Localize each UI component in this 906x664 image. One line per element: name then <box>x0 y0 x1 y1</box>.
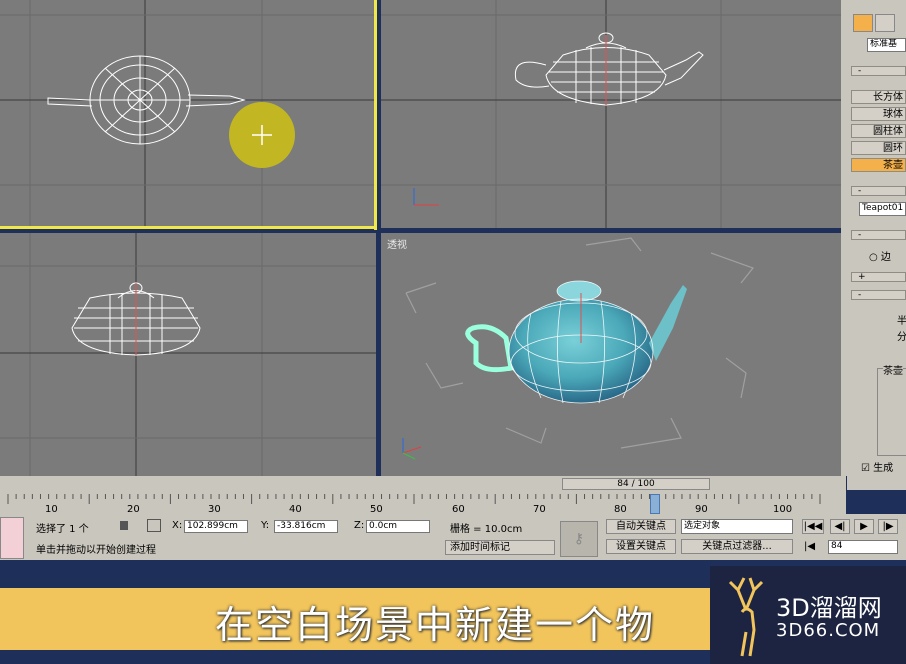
next-frame-button[interactable]: |▶ <box>878 519 898 534</box>
watermark-logo: 3D溜溜网 3D66.COM <box>710 566 906 664</box>
box-button[interactable]: 长方体 <box>851 90 906 104</box>
viewport-perspective-grid <box>402 237 754 460</box>
rollout-creation[interactable]: - <box>851 230 906 240</box>
axis-tripod-icon <box>413 188 439 206</box>
cylinder-button[interactable]: 圆柱体 <box>851 124 906 138</box>
z-coordinate[interactable]: 0.0cm <box>366 520 430 533</box>
radio-label: 边 <box>880 252 891 263</box>
axis-tripod-icon-persp <box>402 438 422 460</box>
go-to-start-button[interactable]: |◀◀ <box>802 519 824 534</box>
auto-key-button[interactable]: 自动关键点 <box>606 519 676 534</box>
rollout-name[interactable]: - <box>851 186 906 196</box>
generate-checkbox[interactable]: ☑ 生成 <box>861 459 893 474</box>
time-slider-bar <box>0 476 846 492</box>
viewport-front[interactable] <box>381 0 841 228</box>
category-dropdown[interactable]: 标准基 <box>867 38 906 52</box>
subtitle-text: 在空白场景中新建一个物 <box>215 603 656 647</box>
key-filters-button[interactable]: 关键点过滤器... <box>681 539 793 554</box>
create-tab-icon[interactable] <box>853 14 873 32</box>
y-coordinate[interactable]: -33.816cm <box>274 520 338 533</box>
teapot-parts-label: 茶壶 <box>883 362 903 377</box>
active-viewport-border <box>374 0 377 230</box>
checkbox-label: 生成 <box>873 463 894 474</box>
maxscript-listener[interactable] <box>0 517 24 559</box>
param-label-2: 分 <box>897 332 906 343</box>
teapot-parts-group <box>877 368 906 456</box>
viewport-label[interactable]: 透视 <box>387 236 407 251</box>
rollout-object-type[interactable]: - <box>851 66 906 76</box>
selection-count: 选择了 1 个 <box>36 524 89 535</box>
z-label: Z: <box>354 520 365 531</box>
brand-domain: 3D66.COM <box>776 620 881 641</box>
current-frame-field[interactable]: 84 <box>828 540 898 554</box>
lock-icon[interactable] <box>120 521 128 530</box>
play-button[interactable]: ▶ <box>854 519 874 534</box>
deer-icon <box>728 577 764 657</box>
viewport-front-grid <box>381 0 841 228</box>
grid-size: 栅格 = 10.0cm <box>450 524 523 535</box>
object-name-field[interactable]: Teapot01 <box>859 202 906 216</box>
teapot-button[interactable]: 茶壶 <box>851 158 906 172</box>
track-bar[interactable]: 10 20 30 40 50 60 70 80 90 100 <box>0 492 846 515</box>
viewport-left-grid <box>0 233 376 476</box>
set-key-button[interactable]: 设置关键点 <box>606 539 676 554</box>
command-panel: 标准基 - 长方体 球体 圆柱体 圆环 茶壶 - Teapot01 - ○ 边 … <box>847 0 906 490</box>
x-coordinate[interactable]: 102.899cm <box>184 520 248 533</box>
key-mode-dropdown[interactable]: 选定对象 <box>681 519 793 534</box>
prompt-line: 单击并拖动以开始创建过程 <box>36 545 156 556</box>
sphere-button[interactable]: 球体 <box>851 107 906 121</box>
x-label: X: <box>172 520 183 531</box>
add-time-tag-button[interactable]: 添加时间标记 <box>445 540 555 555</box>
status-bar: 选择了 1 个 X: 102.899cm Y: -33.816cm Z: 0.0… <box>0 514 906 560</box>
viewport-perspective[interactable]: 透视 <box>381 233 841 476</box>
rollout-parameters[interactable]: - <box>851 290 906 300</box>
shape-tab-icon[interactable] <box>875 14 895 32</box>
active-viewport-border-bottom <box>0 226 377 229</box>
rollout-keyboard[interactable]: + <box>851 272 906 282</box>
teapot-shaded <box>465 280 687 404</box>
frame-marker[interactable] <box>650 494 660 514</box>
brand-name: 3D溜溜网 <box>776 594 882 622</box>
viewport-left[interactable] <box>0 233 376 476</box>
viewport-top-grid <box>0 0 376 228</box>
torus-button[interactable]: 圆环 <box>851 141 906 155</box>
time-slider[interactable]: 84 / 100 <box>562 478 710 490</box>
radio-edge[interactable]: ○ 边 <box>869 248 891 263</box>
viewport-top[interactable] <box>0 0 376 228</box>
prev-frame-button[interactable]: ◀| <box>830 519 850 534</box>
param-label-1: 半 <box>897 316 906 327</box>
y-label: Y: <box>261 520 270 531</box>
absolute-mode-icon[interactable] <box>147 519 161 532</box>
key-icon[interactable]: ⚷ <box>560 521 598 557</box>
key-mode-toggle[interactable]: |◀ <box>804 541 815 552</box>
